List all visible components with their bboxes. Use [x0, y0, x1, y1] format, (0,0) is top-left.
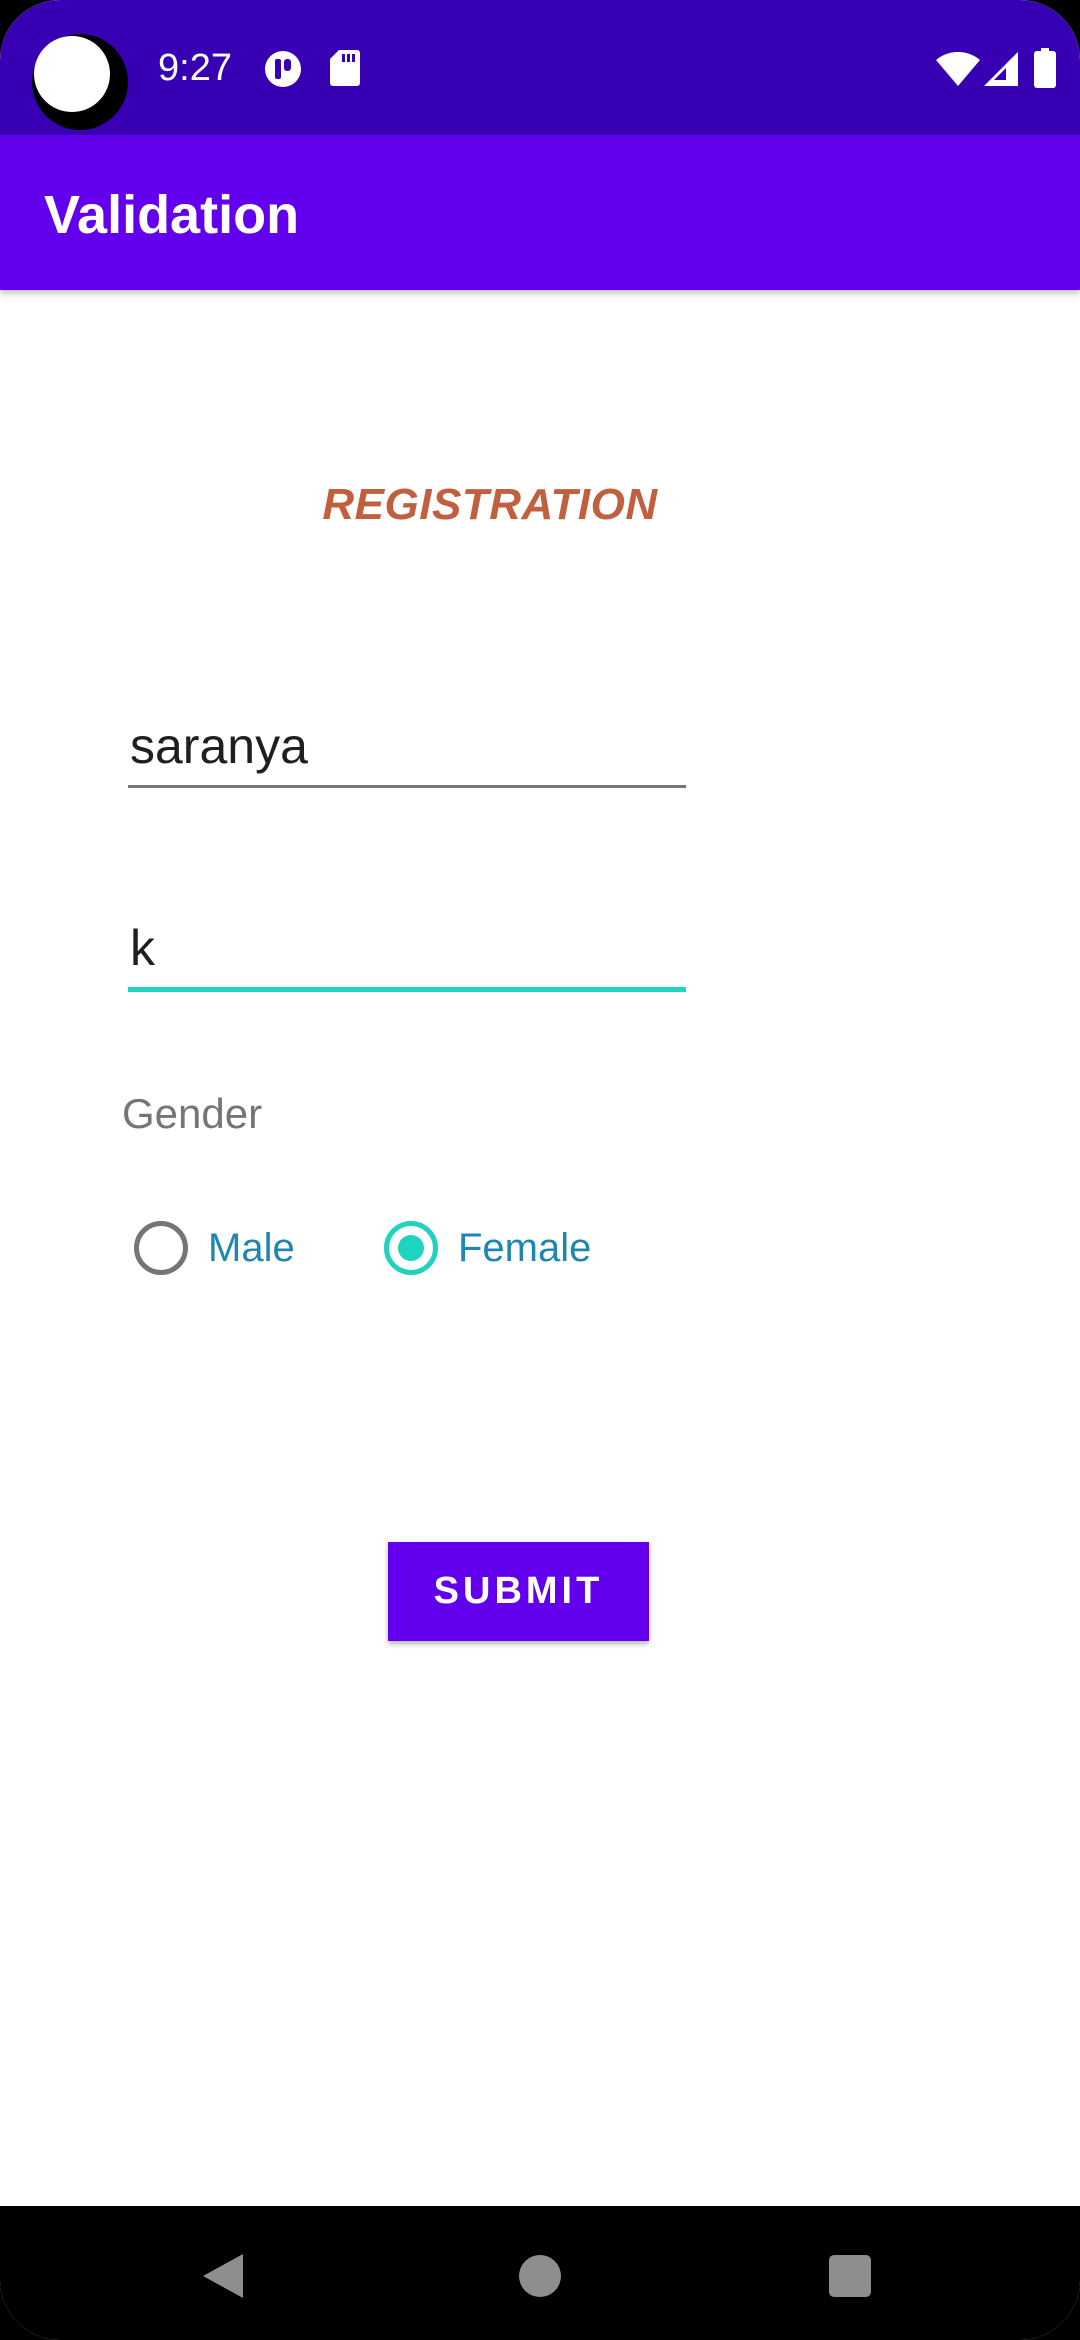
last-name-field[interactable]: k [128, 918, 686, 992]
wifi-icon [936, 52, 980, 86]
first-name-underline [128, 785, 686, 788]
radio-unchecked-icon[interactable] [134, 1221, 188, 1275]
radio-female[interactable]: Female [384, 1218, 591, 1278]
cellular-icon [984, 52, 1018, 86]
submit-button[interactable]: SUBMIT [388, 1542, 649, 1641]
radio-male-label[interactable]: Male [208, 1226, 295, 1271]
status-time: 9:27 [158, 47, 232, 89]
navigation-bar [0, 2206, 1080, 2340]
signal-app-icon [265, 51, 301, 87]
last-name-underline-focused [128, 987, 686, 992]
app-title: Validation [44, 185, 300, 245]
home-icon[interactable] [519, 2255, 561, 2297]
camera-lens [34, 36, 110, 112]
status-bar: 9:27 [0, 0, 1080, 135]
radio-female-label[interactable]: Female [458, 1226, 591, 1271]
recents-icon[interactable] [829, 2255, 871, 2297]
first-name-value[interactable]: saranya [128, 716, 686, 776]
gender-label: Gender [122, 1090, 263, 1137]
phone-screen: 9:27 Validation REGISTRATION saranya k G… [0, 0, 1080, 2340]
sd-card-icon [330, 50, 360, 86]
last-name-value[interactable]: k [128, 918, 686, 978]
registration-heading: REGISTRATION [322, 480, 658, 529]
battery-icon [1034, 48, 1056, 88]
back-icon[interactable] [203, 2252, 245, 2300]
first-name-field[interactable]: saranya [128, 716, 686, 788]
radio-checked-icon[interactable] [384, 1221, 438, 1275]
app-bar: Validation [0, 135, 1080, 290]
radio-male[interactable]: Male [134, 1218, 295, 1278]
